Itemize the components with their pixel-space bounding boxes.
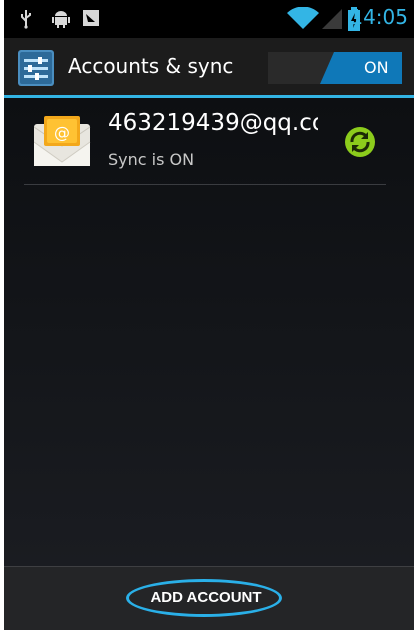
row-divider xyxy=(24,184,386,185)
wifi-icon xyxy=(287,7,319,29)
account-sync-status: Sync is ON xyxy=(108,150,195,169)
page-title: Accounts & sync xyxy=(68,54,234,78)
account-email: 463219439@qq.com xyxy=(108,110,318,136)
status-bar: 14:05 xyxy=(4,0,414,38)
sync-toggle[interactable]: ON xyxy=(268,52,402,84)
add-account-label: ADD ACCOUNT xyxy=(150,589,262,606)
clock: 14:05 xyxy=(350,5,408,29)
sync-active-icon xyxy=(345,127,375,157)
action-bar: Accounts & sync ON xyxy=(4,38,414,98)
phone-screen: 14:05 Accounts & sync ON @ 463219439@qq.… xyxy=(4,0,414,630)
notification-icon xyxy=(83,10,99,26)
email-envelope-icon: @ xyxy=(34,116,91,166)
toggle-label: ON xyxy=(364,58,389,77)
toggle-on-thumb: ON xyxy=(320,52,402,84)
usb-icon xyxy=(21,10,31,29)
signal-icon xyxy=(322,9,342,29)
android-debug-icon xyxy=(52,11,70,28)
svg-text:@: @ xyxy=(54,123,70,142)
add-account-button[interactable]: ADD ACCOUNT xyxy=(126,579,286,615)
accounts-list: @ 463219439@qq.com Sync is ON xyxy=(4,98,414,566)
bottom-action-bar: ADD ACCOUNT xyxy=(4,566,414,630)
account-row[interactable]: @ 463219439@qq.com Sync is ON xyxy=(4,98,414,184)
accounts-settings-icon[interactable] xyxy=(18,50,54,86)
